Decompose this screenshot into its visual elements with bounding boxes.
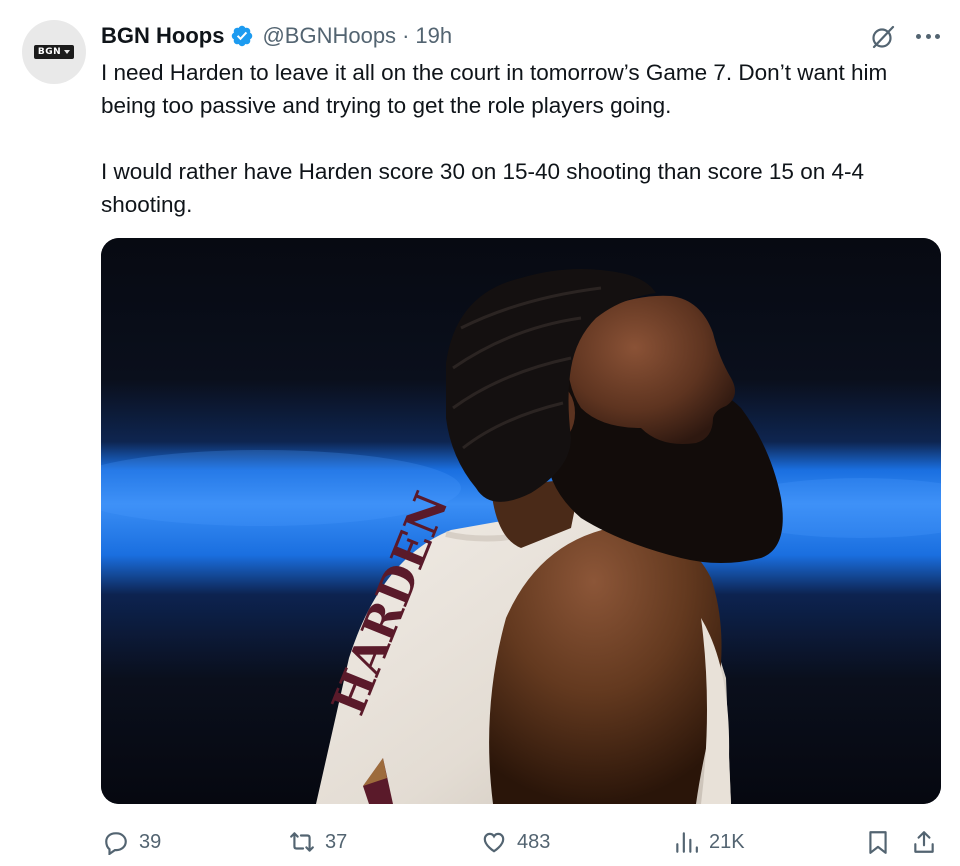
tweet-paragraph: I would rather have Harden score 30 on 1…	[101, 159, 864, 217]
avatar[interactable]: BGN	[22, 20, 86, 84]
reply-button[interactable]: 39	[103, 824, 161, 860]
tweet-paragraph: I need Harden to leave it all on the cou…	[101, 60, 888, 118]
more-icon[interactable]	[916, 34, 940, 42]
verified-badge-icon[interactable]	[230, 24, 254, 48]
more-dot	[935, 34, 940, 39]
author-handle[interactable]: @BGNHoops	[262, 23, 396, 49]
more-dot	[925, 34, 931, 39]
player-photo: HARDEN	[101, 238, 941, 804]
action-bar: 39 37 483 21K	[101, 824, 941, 860]
retweet-button[interactable]: 37	[289, 824, 347, 860]
bookmark-button[interactable]	[865, 824, 891, 860]
like-button[interactable]: 483	[481, 824, 550, 860]
share-icon	[914, 831, 934, 853]
reply-count: 39	[139, 830, 162, 853]
retweet-count: 37	[325, 830, 348, 853]
tweet-text: I need Harden to leave it all on the cou…	[101, 56, 939, 221]
bgn-logo: BGN	[33, 45, 75, 59]
views-icon	[676, 832, 698, 853]
retweet-icon	[290, 832, 314, 852]
tweet-image[interactable]: HARDEN	[101, 238, 941, 804]
share-button[interactable]	[911, 824, 937, 860]
views-button[interactable]: 21K	[673, 824, 745, 860]
author-name[interactable]: BGN Hoops	[101, 23, 224, 49]
like-icon	[483, 832, 505, 853]
tweet-header: BGN Hoops @BGNHoops · 19h	[101, 22, 452, 50]
triangle-icon	[64, 50, 71, 54]
separator-dot: ·	[402, 23, 410, 48]
avatar-logo-text: BGN	[37, 47, 62, 57]
grok-icon[interactable]	[870, 24, 896, 50]
bookmark-icon	[869, 831, 887, 854]
more-dot	[916, 34, 921, 39]
like-count: 483	[517, 830, 551, 853]
reply-icon	[105, 832, 127, 855]
timestamp[interactable]: 19h	[415, 23, 452, 49]
views-count: 21K	[709, 830, 745, 853]
